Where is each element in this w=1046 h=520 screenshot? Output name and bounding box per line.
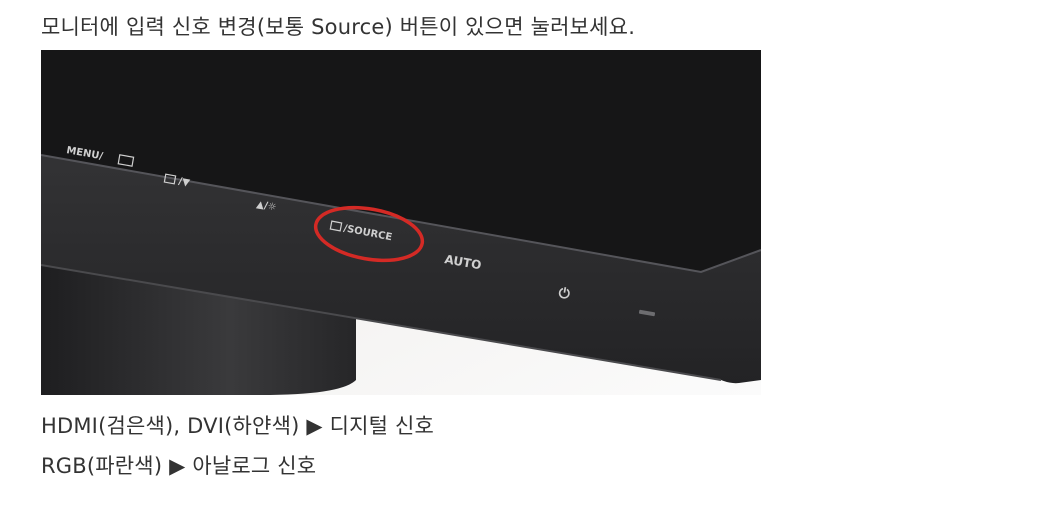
down-arrow-icon: /▼ [177, 176, 190, 189]
digital-signal-text: HDMI(검은색), DVI(하얀색) ▶ 디지털 신호 [41, 414, 435, 438]
instruction-text: 모니터에 입력 신호 변경(보통 Source) 버튼이 있으면 눌러보세요. [41, 15, 636, 39]
analog-signal-text: RGB(파란색) ▶ 아날로그 신호 [41, 454, 317, 478]
monitor-photo: MENU/ /▼ ▲/☼ /SOURCE AUTO ⏻ [41, 50, 761, 395]
